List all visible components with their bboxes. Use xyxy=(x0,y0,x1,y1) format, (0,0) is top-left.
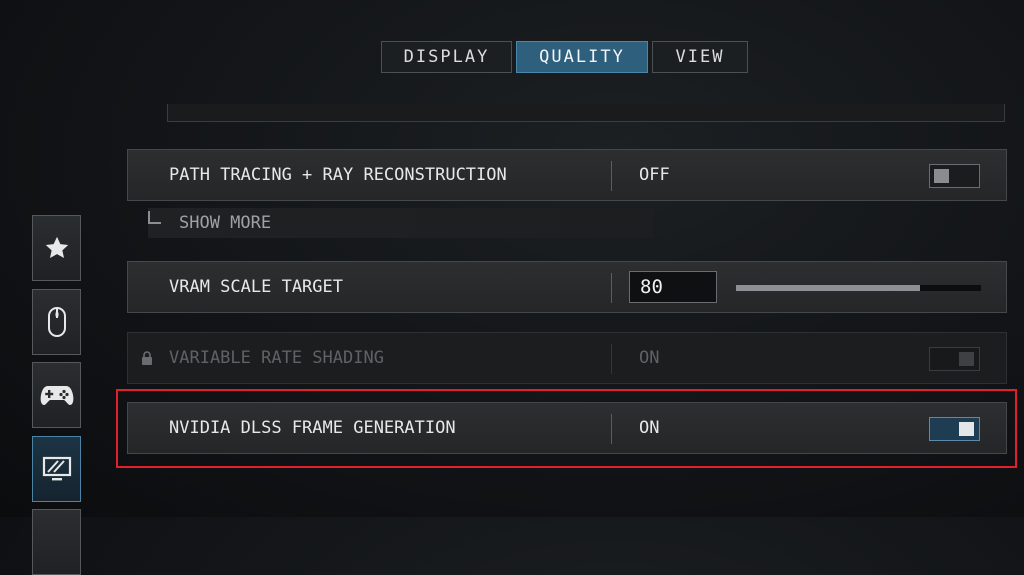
highlight-box xyxy=(116,389,1017,468)
row-divider xyxy=(611,344,612,374)
lock-icon xyxy=(142,351,152,365)
setting-label: PATH TRACING + RAY RECONSTRUCTION xyxy=(169,165,507,185)
tab-quality[interactable]: QUALITY xyxy=(516,41,648,73)
vram-value-input[interactable]: 80 xyxy=(629,271,717,303)
toggle-knob xyxy=(959,352,974,366)
sidebar-item-graphics[interactable] xyxy=(32,436,81,502)
setting-label: VARIABLE RATE SHADING xyxy=(169,348,384,368)
row-divider xyxy=(611,273,612,303)
monitor-icon xyxy=(42,456,71,481)
show-more-label: SHOW MORE xyxy=(179,213,272,233)
path-tracing-toggle[interactable] xyxy=(929,164,980,188)
star-icon xyxy=(45,236,68,259)
toggle-knob xyxy=(934,169,949,183)
setting-value: OFF xyxy=(639,165,670,185)
sidebar-item-controller[interactable] xyxy=(32,362,81,428)
sidebar-item-mouse-keyboard[interactable] xyxy=(32,289,81,355)
tab-display[interactable]: DISPLAY xyxy=(381,41,512,73)
settings-tabs: DISPLAY QUALITY VIEW xyxy=(381,41,748,73)
tab-view[interactable]: VIEW xyxy=(652,41,748,73)
row-divider xyxy=(611,161,612,191)
setting-label: VRAM SCALE TARGET xyxy=(169,277,343,297)
slider-fill xyxy=(736,285,920,291)
setting-row-variable-rate-shading: VARIABLE RATE SHADING ON xyxy=(127,332,1007,384)
setting-value: ON xyxy=(639,348,660,368)
vrs-toggle xyxy=(929,347,980,371)
tree-corner-icon xyxy=(148,211,161,224)
setting-row-vram-scale-target[interactable]: VRAM SCALE TARGET 80 xyxy=(127,261,1007,313)
sidebar-item-favorites[interactable] xyxy=(32,215,81,281)
sidebar-item-more[interactable] xyxy=(32,509,81,575)
vram-slider[interactable] xyxy=(736,285,981,291)
setting-row-path-tracing[interactable]: PATH TRACING + RAY RECONSTRUCTION OFF xyxy=(127,149,1007,201)
gamepad-icon xyxy=(40,386,73,405)
mouse-icon xyxy=(47,307,66,337)
previous-setting-panel-edge xyxy=(167,104,1005,122)
show-more-button[interactable]: SHOW MORE xyxy=(148,208,653,238)
